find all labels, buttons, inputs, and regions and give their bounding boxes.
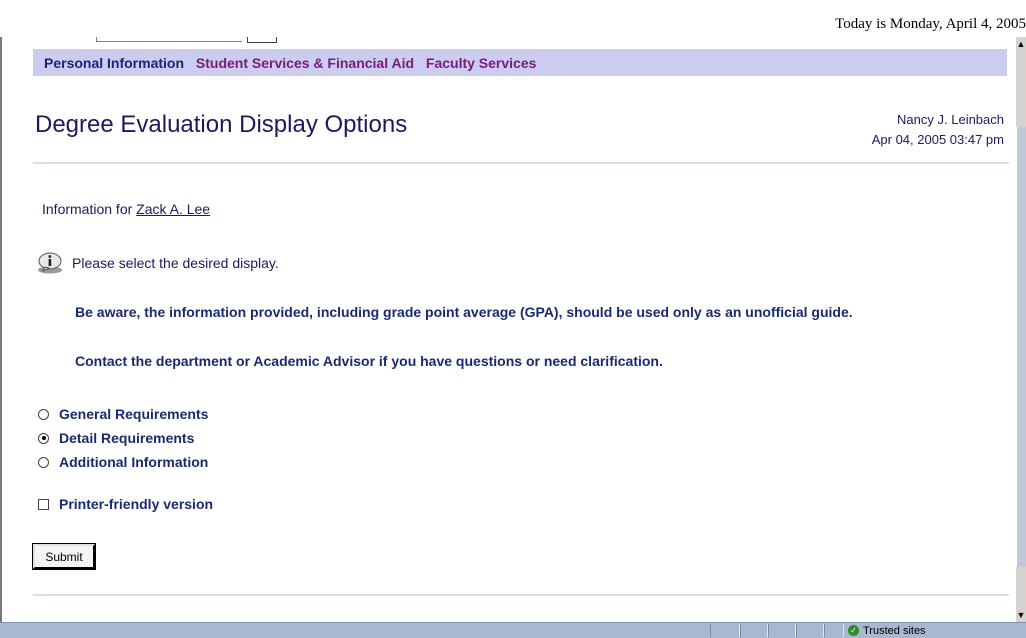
scroll-thumb[interactable] <box>1016 127 1026 567</box>
printer-friendly-label: Printer-friendly version <box>59 496 214 512</box>
radio-detail[interactable] <box>38 432 49 444</box>
check-icon: ✓ <box>848 625 859 636</box>
student-info: Information for Zack A. Lee <box>42 201 210 217</box>
hint-row: Please select the desired display. <box>36 252 279 274</box>
status-pane <box>796 624 824 637</box>
printer-friendly-checkbox[interactable] <box>38 498 49 510</box>
display-options: General Requirements Detail Requirements… <box>38 402 208 474</box>
student-name-link[interactable]: Zack A. Lee <box>136 201 210 217</box>
status-pane <box>824 624 844 637</box>
header-divider <box>33 162 1009 164</box>
scroll-down-icon[interactable]: ▼ <box>1016 608 1026 622</box>
status-pane <box>740 624 768 637</box>
advisor-note: Contact the department or Academic Advis… <box>75 353 663 369</box>
vertical-scrollbar[interactable]: ▲ ▼ <box>1016 37 1026 622</box>
page-title: Degree Evaluation Display Options <box>35 111 408 138</box>
search-field-edge[interactable] <box>96 37 242 42</box>
info-icon <box>38 252 62 274</box>
nav-faculty-services[interactable]: Faculty Services <box>426 55 537 71</box>
footer-divider <box>33 594 1009 596</box>
option-label: General Requirements <box>59 406 209 422</box>
option-additional[interactable]: Additional Information <box>38 450 208 474</box>
main-nav: Personal Information Student Services & … <box>33 49 1007 76</box>
status-bar: ✓ Trusted sites <box>0 622 1026 638</box>
security-zone: ✓ Trusted sites <box>848 624 926 637</box>
status-pane <box>768 624 796 637</box>
radio-additional[interactable] <box>38 456 49 468</box>
option-label: Detail Requirements <box>59 430 195 446</box>
radio-general[interactable] <box>38 408 49 420</box>
hint-text: Please select the desired display. <box>72 255 279 271</box>
option-general[interactable]: General Requirements <box>38 402 208 426</box>
printer-friendly-row[interactable]: Printer-friendly version <box>38 496 213 512</box>
option-detail[interactable]: Detail Requirements <box>38 426 208 450</box>
nav-student-services[interactable]: Student Services & Financial Aid <box>196 55 414 71</box>
timestamp: Apr 04, 2005 03:47 pm <box>871 132 1004 147</box>
info-prefix: Information for <box>42 201 133 217</box>
submit-button[interactable]: Submit <box>32 543 96 570</box>
gpa-disclaimer: Be aware, the information provided, incl… <box>75 304 853 320</box>
status-pane <box>710 624 740 637</box>
option-label: Additional Information <box>59 454 209 470</box>
scroll-up-icon[interactable]: ▲ <box>1016 37 1026 51</box>
user-name: Nancy J. Leinbach <box>897 112 1004 127</box>
search-button-edge[interactable] <box>247 37 277 43</box>
user-info: Nancy J. Leinbach Apr 04, 2005 03:47 pm <box>872 110 1004 150</box>
date-banner: Today is Monday, April 4, 2005 <box>835 16 1026 32</box>
zone-label: Trusted sites <box>863 624 926 637</box>
nav-personal-information[interactable]: Personal Information <box>44 55 184 71</box>
